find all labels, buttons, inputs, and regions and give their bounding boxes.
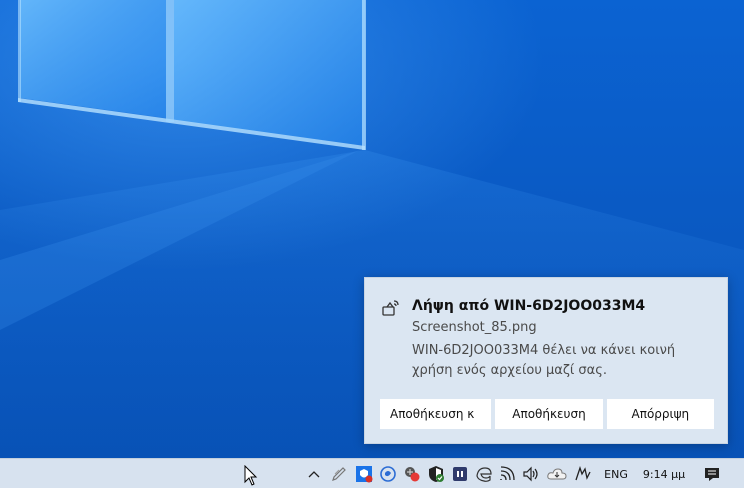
security-alert-icon[interactable] bbox=[401, 459, 423, 488]
language-label: ENG bbox=[604, 467, 628, 481]
network-icon[interactable] bbox=[497, 459, 519, 488]
windows-security-icon[interactable] bbox=[425, 459, 447, 488]
decline-button[interactable]: Απόρριψη bbox=[606, 399, 714, 429]
notification-center-icon[interactable] bbox=[698, 459, 726, 488]
mouse-cursor-icon bbox=[244, 465, 258, 486]
clock-time: 9:14 μμ bbox=[642, 467, 686, 481]
skype-icon[interactable] bbox=[377, 459, 399, 488]
notification-actions: Αποθήκευση κ Αποθήκευση Απόρριψη bbox=[380, 399, 714, 429]
notification-message: WIN-6D2JOO033M4 θέλει να κάνει κοινή χρή… bbox=[412, 343, 676, 378]
volume-icon[interactable] bbox=[520, 459, 542, 488]
save-button[interactable]: Αποθήκευση bbox=[495, 399, 603, 429]
nearby-share-icon bbox=[381, 298, 401, 318]
system-clock[interactable]: 9:14 μμ bbox=[634, 459, 694, 488]
handwriting-icon[interactable] bbox=[572, 459, 594, 488]
edge-icon[interactable] bbox=[473, 459, 495, 488]
input-language-indicator[interactable]: ENG bbox=[598, 459, 634, 488]
pen-icon[interactable] bbox=[328, 459, 350, 488]
notification-file-name: Screenshot_85.png bbox=[412, 320, 537, 335]
onedrive-icon[interactable] bbox=[545, 459, 569, 488]
defender-icon[interactable] bbox=[353, 459, 375, 488]
taskbar: ENG 9:14 μμ bbox=[0, 458, 744, 488]
save-and-open-button[interactable]: Αποθήκευση κ bbox=[380, 399, 492, 429]
chevron-up-icon[interactable] bbox=[304, 459, 324, 488]
file-share-notification[interactable]: Λήψη από WIN-6D2JOO033M4 Screenshot_85.p… bbox=[364, 277, 728, 444]
app-tile-icon[interactable] bbox=[449, 459, 471, 488]
notification-title: Λήψη από WIN-6D2JOO033M4 bbox=[412, 298, 646, 314]
